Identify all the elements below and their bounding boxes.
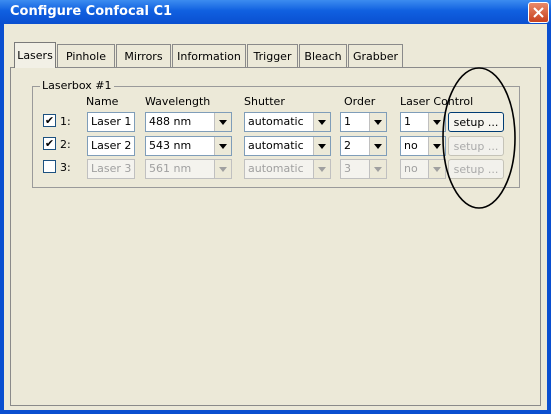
tab-trigger[interactable]: Trigger xyxy=(247,44,298,67)
laser-1-control-select[interactable]: 1 xyxy=(400,112,446,132)
header-shutter: Shutter xyxy=(244,95,285,108)
tab-mirrors[interactable]: Mirrors xyxy=(116,44,171,67)
laser-1-control-value: 1 xyxy=(404,115,411,128)
laser-3-control-value: no xyxy=(404,162,418,175)
window-frame-bottom xyxy=(0,410,551,414)
chevron-down-icon[interactable] xyxy=(369,137,386,155)
row-1-number: 1: xyxy=(60,115,71,128)
header-wavelength: Wavelength xyxy=(145,95,211,108)
tab-lasers[interactable]: Lasers xyxy=(14,42,56,68)
laser-3-order-select[interactable]: 3 xyxy=(340,159,387,179)
window-frame-right xyxy=(547,24,551,414)
laser-3-wavelength-select[interactable]: 561 nm xyxy=(145,159,232,179)
laser-3-shutter-value: automatic xyxy=(248,162,304,175)
laser-2-order-select[interactable]: 2 xyxy=(340,136,387,156)
tab-bleach[interactable]: Bleach xyxy=(299,44,347,67)
close-icon xyxy=(533,7,544,18)
laser-1-shutter-select[interactable]: automatic xyxy=(244,112,331,132)
window-title: Configure Confocal C1 xyxy=(10,4,173,19)
laser-1-setup-button[interactable]: setup ... xyxy=(448,112,504,132)
laser-1-wavelength-value: 488 nm xyxy=(149,115,192,128)
chevron-down-icon[interactable] xyxy=(369,113,386,131)
tab-information[interactable]: Information xyxy=(172,44,246,67)
chevron-down-icon[interactable] xyxy=(214,160,231,178)
chevron-down-icon[interactable] xyxy=(313,160,330,178)
laser-1-wavelength-select[interactable]: 488 nm xyxy=(145,112,232,132)
chevron-down-icon[interactable] xyxy=(428,113,445,131)
laser-3-setup-button[interactable]: setup ... xyxy=(448,159,504,179)
laser-1-shutter-value: automatic xyxy=(248,115,304,128)
checkmark-icon: ✔ xyxy=(44,137,55,150)
chevron-down-icon[interactable] xyxy=(428,137,445,155)
laser-2-order-value: 2 xyxy=(344,139,351,152)
laser-3-shutter-select[interactable]: automatic xyxy=(244,159,331,179)
laser-2-shutter-value: automatic xyxy=(248,139,304,152)
chevron-down-icon[interactable] xyxy=(214,113,231,131)
tab-pinhole[interactable]: Pinhole xyxy=(57,44,115,67)
header-name: Name xyxy=(86,95,119,108)
laser-1-order-value: 1 xyxy=(344,115,351,128)
laser-2-name-field[interactable]: Laser 2 xyxy=(87,136,135,156)
laserbox-label: Laserbox #1 xyxy=(40,79,114,92)
chevron-down-icon[interactable] xyxy=(369,160,386,178)
row-3-number: 3: xyxy=(60,161,71,174)
header-laser-control: Laser Control xyxy=(400,95,474,108)
laser-3-wavelength-value: 561 nm xyxy=(149,162,192,175)
chevron-down-icon[interactable] xyxy=(313,113,330,131)
laser-2-setup-button[interactable]: setup ... xyxy=(448,136,504,156)
chevron-down-icon[interactable] xyxy=(428,160,445,178)
close-button[interactable] xyxy=(528,2,549,23)
laser-2-wavelength-value: 543 nm xyxy=(149,139,192,152)
chevron-down-icon[interactable] xyxy=(214,137,231,155)
laser-1-order-select[interactable]: 1 xyxy=(340,112,387,132)
row-2-number: 2: xyxy=(60,138,71,151)
laser-3-enable-checkbox[interactable] xyxy=(43,160,56,173)
laser-3-name-field[interactable]: Laser 3 xyxy=(87,159,135,179)
header-order: Order xyxy=(344,95,376,108)
chevron-down-icon[interactable] xyxy=(313,137,330,155)
laser-1-enable-checkbox[interactable]: ✔ xyxy=(43,114,56,127)
window-frame-left xyxy=(0,24,4,414)
laser-3-control-select[interactable]: no xyxy=(400,159,446,179)
checkmark-icon: ✔ xyxy=(44,114,55,127)
laser-2-control-value: no xyxy=(404,139,418,152)
laser-2-shutter-select[interactable]: automatic xyxy=(244,136,331,156)
laser-2-enable-checkbox[interactable]: ✔ xyxy=(43,137,56,150)
laser-1-name-field[interactable]: Laser 1 xyxy=(87,112,135,132)
laser-3-order-value: 3 xyxy=(344,162,351,175)
laser-2-control-select[interactable]: no xyxy=(400,136,446,156)
tab-grabber[interactable]: Grabber xyxy=(348,44,403,67)
laser-2-wavelength-select[interactable]: 543 nm xyxy=(145,136,232,156)
